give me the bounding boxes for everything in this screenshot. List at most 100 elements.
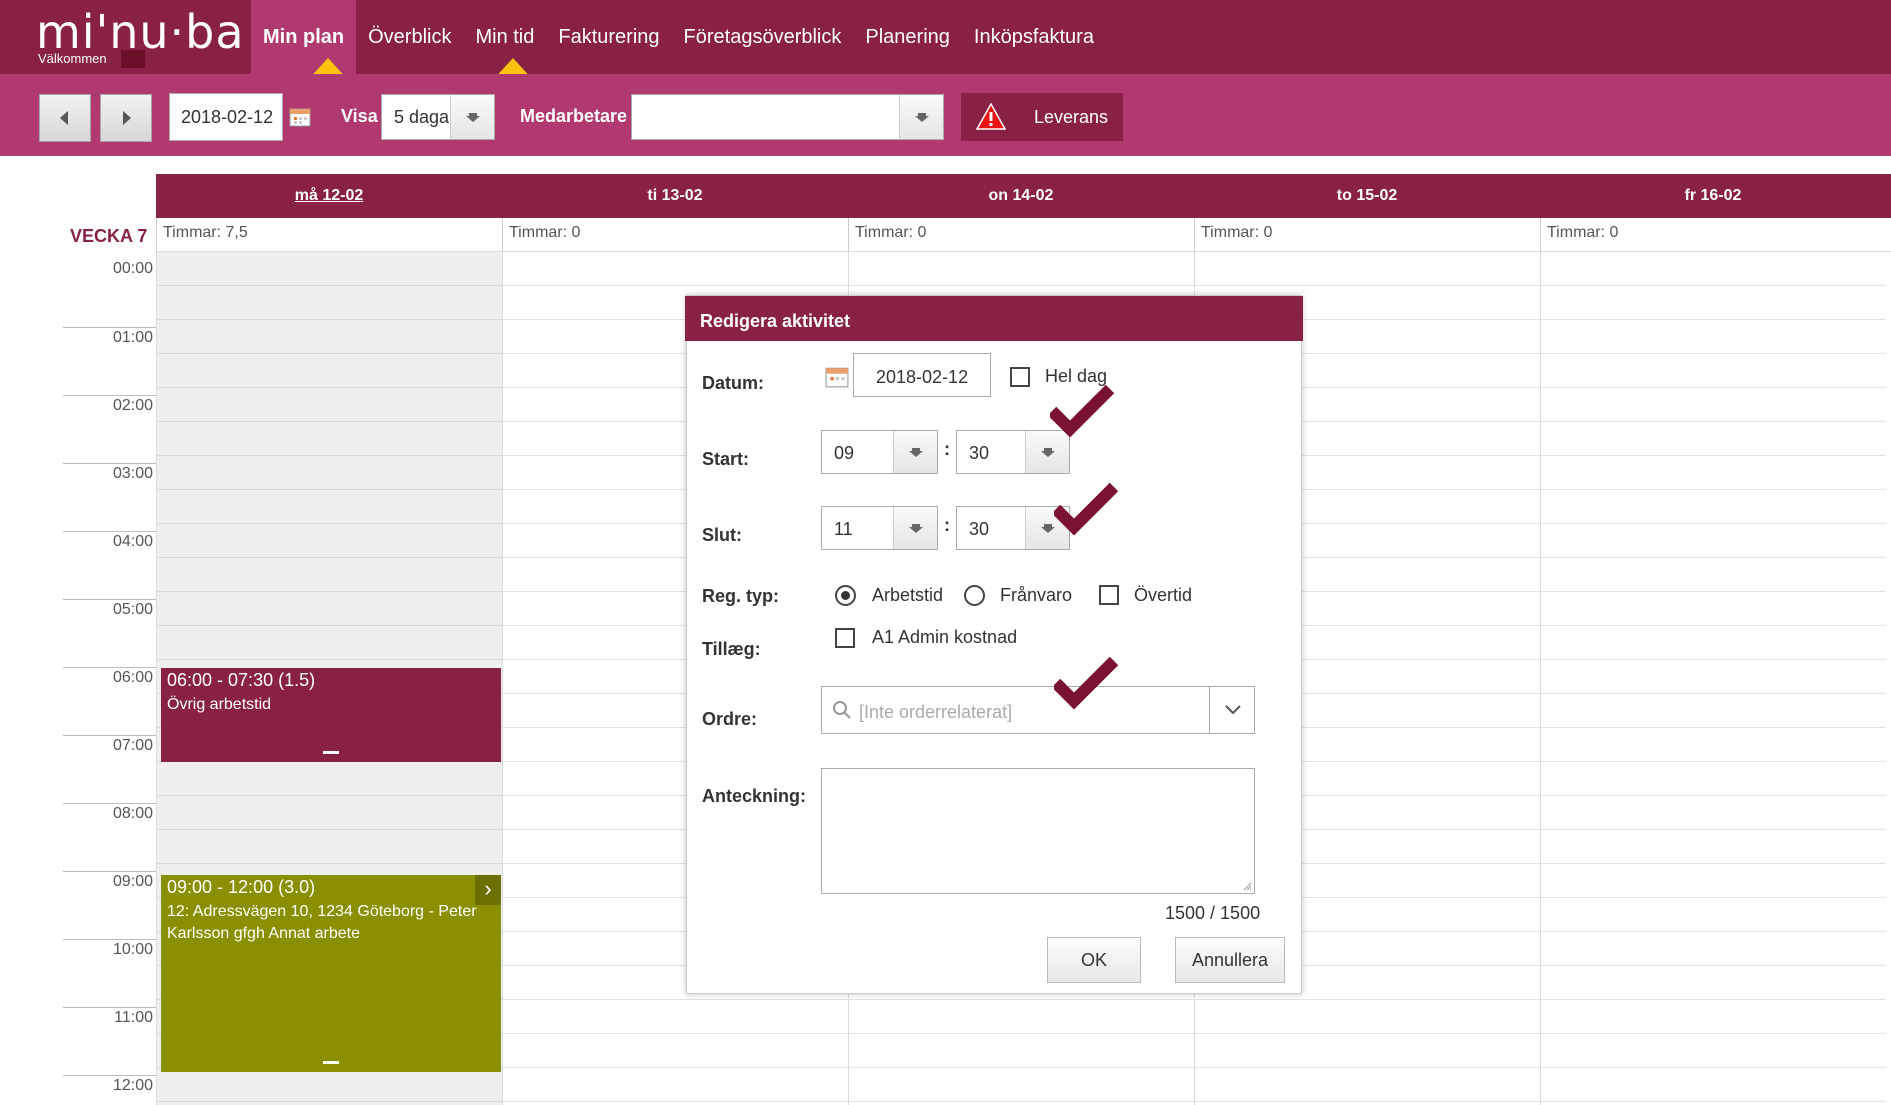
day-column-fri[interactable] — [1540, 252, 1886, 1105]
time-label: 08:00 — [112, 805, 153, 822]
start-hour-select[interactable]: 09 — [821, 430, 938, 474]
resize-grip-icon[interactable] — [1242, 881, 1252, 891]
checkmark-annotation-icon — [1054, 657, 1119, 710]
nav-foretagsoverblick[interactable]: Företagsöverblick — [672, 0, 854, 74]
time-label: 12:00 — [112, 1077, 153, 1094]
welcome-text: Välkommen — [38, 51, 107, 66]
cancel-button[interactable]: Annullera — [1175, 937, 1285, 983]
week-label: VECKA 7 — [70, 226, 148, 246]
user-color-swatch — [121, 50, 145, 68]
slut-hour-value: 11 — [834, 519, 853, 539]
nav-fakturering[interactable]: Fakturering — [546, 0, 671, 74]
time-label: 10:00 — [112, 941, 153, 958]
chevron-right-icon[interactable]: › — [475, 875, 501, 905]
time-colon: : — [944, 439, 950, 459]
toolbar: 2018-02-12 Visa 5 dagar Medarbetare Leve… — [0, 74, 1891, 156]
reg-typ-label: Reg. typ: — [702, 586, 780, 606]
day-header-wed[interactable]: on 14-02 — [848, 174, 1194, 218]
leverans-button[interactable]: Leverans — [961, 93, 1123, 141]
visa-label: Visa — [341, 106, 378, 126]
time-label: 11:00 — [114, 1009, 153, 1026]
time-colon: : — [944, 515, 950, 535]
time-label: 03:00 — [112, 465, 153, 482]
visa-value: 5 dagar — [394, 107, 456, 127]
day-header-mon[interactable]: må 12-02 — [156, 174, 502, 218]
time-divider — [63, 599, 156, 600]
ordre-label: Ordre: — [702, 709, 758, 729]
day-header-thu[interactable]: to 15-02 — [1194, 174, 1540, 218]
time-label: 04:00 — [112, 533, 153, 550]
ordre-search-input[interactable]: [Inte orderrelaterat] — [821, 686, 1211, 734]
anteckning-label: Anteckning: — [702, 786, 807, 806]
day-header-tue[interactable]: ti 13-02 — [502, 174, 848, 218]
hours-fri: Timmar: 0 — [1540, 218, 1886, 252]
time-label: 09:00 — [112, 873, 153, 890]
time-divider — [63, 1007, 156, 1008]
time-column: 00:00 01:00 02:00 03:00 04:00 05:00 06:0… — [0, 252, 156, 1105]
next-button[interactable] — [100, 94, 152, 142]
admin-kostnad-checkbox[interactable] — [835, 628, 855, 648]
nav-inkopsfaktura[interactable]: Inköpsfaktura — [962, 0, 1106, 74]
slut-minute-select[interactable]: 30 — [956, 506, 1070, 550]
time-label: 05:00 — [112, 601, 153, 618]
checkmark-annotation-icon — [1054, 483, 1119, 536]
chevron-down-icon — [1225, 705, 1241, 715]
character-counter: 1500 / 1500 — [1165, 903, 1261, 923]
time-label: 07:00 — [112, 737, 153, 754]
ordre-placeholder: [Inte orderrelaterat] — [859, 702, 1013, 722]
anteckning-textarea[interactable] — [821, 768, 1255, 894]
datum-input[interactable]: 2018-02-12 — [853, 353, 991, 397]
medarbetare-select[interactable] — [631, 94, 944, 140]
ordre-dropdown-button[interactable] — [1209, 686, 1255, 734]
overtid-label: Övertid — [1134, 585, 1193, 605]
resize-handle[interactable] — [323, 1061, 339, 1064]
warning-icon — [976, 103, 1006, 130]
start-hour-value: 09 — [834, 443, 855, 463]
checkmark-annotation-icon — [1050, 385, 1115, 438]
dropdown-arrow-icon[interactable] — [450, 95, 494, 139]
tillaeg-label: Tillæg: — [702, 639, 761, 659]
nav-planering[interactable]: Planering — [853, 0, 962, 74]
search-icon — [833, 701, 851, 719]
slut-label: Slut: — [702, 525, 742, 545]
calendar-event[interactable]: 09:00 - 12:00 (3.0) 12: Adressvägen 10, … — [161, 875, 501, 1072]
calendar-event[interactable]: 06:00 - 07:30 (1.5) Övrig arbetstid — [161, 668, 501, 762]
time-label: 00:00 — [112, 260, 153, 277]
time-divider — [63, 735, 156, 736]
calendar-icon[interactable] — [289, 107, 311, 127]
time-divider — [63, 667, 156, 668]
date-input[interactable]: 2018-02-12 — [169, 93, 283, 141]
main-nav: Min plan Överblick Min tid Fakturering F… — [251, 0, 1106, 74]
dropdown-arrow-icon[interactable] — [893, 431, 937, 473]
time-label: 02:00 — [112, 397, 153, 414]
calendar-icon[interactable] — [825, 366, 849, 388]
datum-label: Datum: — [702, 373, 764, 393]
nav-overblick[interactable]: Överblick — [356, 0, 463, 74]
top-navigation-bar: mi'nu·ba Välkommen Min plan Överblick Mi… — [0, 0, 1891, 74]
hours-mon: Timmar: 7,5 — [156, 218, 502, 252]
arbetstid-label: Arbetstid — [872, 585, 944, 605]
time-divider — [63, 871, 156, 872]
arrow-left-icon — [60, 111, 68, 125]
day-header-fri[interactable]: fr 16-02 — [1540, 174, 1886, 218]
resize-handle[interactable] — [323, 751, 339, 754]
hel-dag-checkbox[interactable] — [1010, 367, 1030, 387]
prev-button[interactable] — [39, 94, 91, 142]
dropdown-arrow-icon[interactable] — [893, 507, 937, 549]
radio-arbetstid[interactable] — [835, 585, 856, 606]
hours-tue: Timmar: 0 — [502, 218, 848, 252]
time-divider — [63, 803, 156, 804]
slut-hour-select[interactable]: 11 — [821, 506, 938, 550]
event-time: 09:00 - 12:00 (3.0) — [167, 877, 316, 897]
overtid-checkbox[interactable] — [1099, 585, 1119, 605]
ok-button[interactable]: OK — [1047, 937, 1141, 983]
dropdown-arrow-icon[interactable] — [899, 95, 943, 139]
medarbetare-label: Medarbetare — [520, 106, 628, 126]
visa-select[interactable]: 5 dagar — [381, 94, 495, 140]
leverans-label: Leverans — [1034, 107, 1109, 127]
franvaro-label: Frånvaro — [1000, 585, 1073, 605]
arrow-right-icon — [123, 111, 131, 125]
radio-franvaro[interactable] — [964, 585, 985, 606]
hours-wed: Timmar: 0 — [848, 218, 1194, 252]
start-label: Start: — [702, 449, 750, 469]
